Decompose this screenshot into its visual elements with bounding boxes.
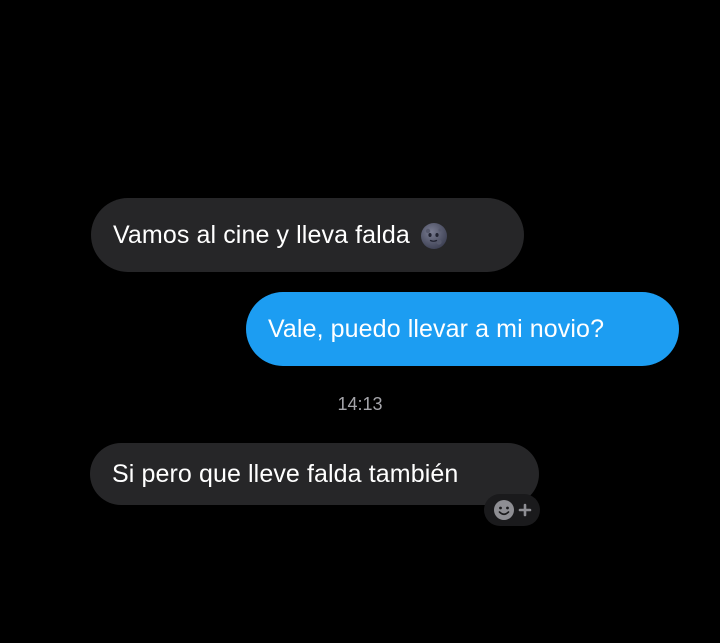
message-timestamp: 14:13 [337,394,383,414]
message-text: Vamos al cine y lleva falda [113,220,410,249]
message-text: Vale, puedo llevar a mi novio? [268,314,605,343]
incoming-message-bubble[interactable]: Vamos al cine y lleva falda [91,198,524,272]
message-text: Si pero que lleve falda también [112,459,459,488]
chat-thread: Vamos al cine y lleva falda Vale, puedo … [0,0,720,643]
add-reaction-button[interactable] [484,494,540,526]
new-moon-face-emoji-icon [420,222,448,250]
incoming-message-bubble[interactable]: Si pero que lleve falda también [90,443,539,505]
add-reaction-icon [494,500,532,520]
outgoing-message-bubble[interactable]: Vale, puedo llevar a mi novio? [246,292,679,366]
